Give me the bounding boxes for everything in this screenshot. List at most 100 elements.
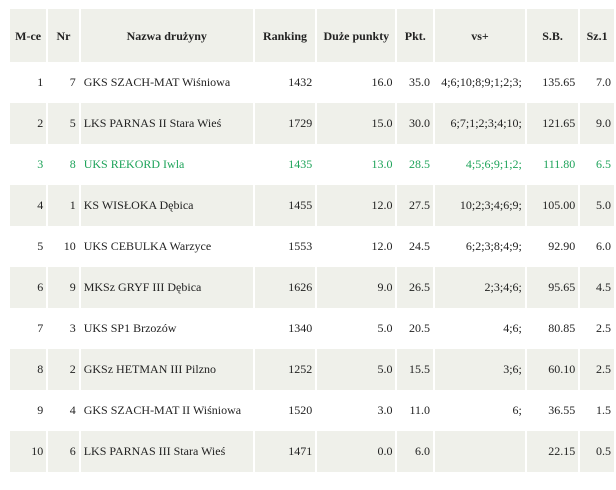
cell-sz1: 2.5: [596, 321, 611, 335]
cell-vs: 10;2;3;4;6;9;: [435, 185, 525, 226]
header-nr: Nr: [48, 9, 79, 62]
cell-nr: 9: [48, 267, 79, 308]
cell-team-name: LKS PARNAS III Stara Wieś: [80, 431, 253, 472]
header-ranking: Ranking: [254, 9, 316, 62]
table-row: 1 7 GKS SZACH-MAT Wiśniowa 1432 16.0 35.0 4;6;…: [10, 62, 614, 103]
header-position: M-ce: [10, 9, 47, 62]
cell-sb: 105.00: [526, 185, 579, 226]
cell-big-points: 3.0: [377, 403, 393, 417]
cell-vs: 6;7;1;2;3;4;10;: [435, 103, 525, 144]
cell-ranking: 1432: [288, 75, 313, 89]
cell-team-name: UKS SP1 Brzozów: [83, 321, 177, 335]
cell-points: 20.5: [409, 321, 431, 335]
cell-position: 10: [10, 431, 47, 472]
cell-position: 5: [37, 239, 44, 253]
cell-team-name: UKS CEBULKA Warzyce: [83, 239, 212, 253]
cell-position: 4: [10, 185, 47, 226]
cell-points: 28.5: [409, 157, 431, 171]
cell-nr: 1: [48, 185, 79, 226]
table-row: 3 8 UKS REKORD Iwla 1435 13.0 28.5 4;5;6;9;1;2…: [10, 144, 614, 185]
cell-vs: 3;6;: [435, 349, 525, 390]
cell-position: 1: [37, 75, 44, 89]
cell-big-points: 5.0: [317, 349, 396, 390]
cell-ranking: 1553: [288, 239, 313, 253]
cell-position: 9: [37, 403, 44, 417]
cell-vs: 2;3;4;6;: [435, 267, 525, 308]
cell-ranking: 1626: [254, 267, 316, 308]
cell-big-points: 9.0: [317, 267, 396, 308]
cell-team-name: GKS SZACH-MAT II Wiśniowa: [83, 403, 242, 417]
cell-sb: 22.15: [526, 431, 579, 472]
table-row: 2 5 LKS PARNAS II Stara Wieś 1729 15.0 30.0 6;…: [10, 103, 614, 144]
cell-team-name: GKS SZACH-MAT Wiśniowa: [83, 75, 231, 89]
cell-nr: 8: [69, 157, 76, 171]
cell-sb: 60.10: [526, 349, 579, 390]
cell-team-name: LKS PARNAS II Stara Wieś: [80, 103, 253, 144]
cell-points: 26.5: [397, 267, 434, 308]
cell-team-name: KS WISŁOKA Dębica: [80, 185, 253, 226]
cell-ranking: 1435: [288, 157, 313, 171]
cell-ranking: 1729: [254, 103, 316, 144]
cell-sb: 111.80: [543, 157, 576, 171]
cell-big-points: 12.0: [371, 239, 393, 253]
cell-big-points: 13.0: [371, 157, 393, 171]
cell-position: 2: [10, 103, 47, 144]
cell-points: 35.0: [409, 75, 431, 89]
header-sz1: Sz.1: [580, 9, 614, 62]
cell-sz1: 4.5: [580, 267, 614, 308]
cell-ranking: 1340: [288, 321, 313, 335]
cell-team-name: UKS REKORD Iwla: [83, 157, 185, 171]
table-row: 6 9 MKSz GRYF III Dębica 1626 9.0 26.5 2;3;4;6…: [10, 267, 614, 308]
cell-ranking: 1455: [254, 185, 316, 226]
table-row: 10 6 LKS PARNAS III Stara Wieś 1471 0.0 6.0 22…: [10, 431, 614, 472]
cell-sb: 36.55: [548, 403, 576, 417]
header-points: Pkt.: [397, 9, 434, 62]
cell-sz1: 0.5: [580, 431, 614, 472]
table-row: 4 1 KS WISŁOKA Dębica 1455 12.0 27.5 10;2;3;4;…: [10, 185, 614, 226]
cell-sb: 80.85: [548, 321, 576, 335]
cell-nr: 10: [63, 239, 76, 253]
cell-sz1: 6.5: [596, 157, 611, 171]
cell-sz1: 9.0: [580, 103, 614, 144]
cell-sz1: 6.0: [596, 239, 611, 253]
cell-big-points: 5.0: [377, 321, 393, 335]
cell-vs: 4;6;10;8;9;1;2;3;: [441, 75, 522, 89]
cell-big-points: 12.0: [317, 185, 396, 226]
cell-nr: 2: [48, 349, 79, 390]
cell-vs: [435, 431, 525, 472]
cell-nr: 7: [69, 75, 76, 89]
cell-nr: 6: [48, 431, 79, 472]
header-team-name: Nazwa drużyny: [80, 9, 253, 62]
table-row: 7 3 UKS SP1 Brzozów 1340 5.0 20.5 4;6; 80.85 2.5: [10, 308, 614, 349]
cell-points: 30.0: [397, 103, 434, 144]
cell-vs: 4;5;6;9;1;2;: [465, 157, 522, 171]
cell-team-name: MKSz GRYF III Dębica: [80, 267, 253, 308]
cell-points: 11.0: [409, 403, 431, 417]
header-row: M-ce Nr Nazwa drużyny Ranking Duże punkt…: [10, 9, 614, 62]
cell-position: 8: [10, 349, 47, 390]
cell-sz1: 5.0: [580, 185, 614, 226]
cell-sz1: 2.5: [580, 349, 614, 390]
cell-points: 27.5: [397, 185, 434, 226]
cell-sb: 92.90: [548, 239, 576, 253]
cell-sz1: 1.5: [596, 403, 611, 417]
table-row: 9 4 GKS SZACH-MAT II Wiśniowa 1520 3.0 11.0 6;…: [10, 390, 614, 431]
cell-points: 6.0: [397, 431, 434, 472]
cell-ranking: 1520: [288, 403, 313, 417]
cell-sz1: 7.0: [596, 75, 611, 89]
standings-body: 1 7 GKS SZACH-MAT Wiśniowa 1432 16.0 35.0 4;6;…: [10, 62, 614, 472]
header-big-points: Duże punkty: [317, 9, 396, 62]
cell-nr: 3: [69, 321, 76, 335]
cell-position: 3: [37, 157, 44, 171]
cell-vs: 6;2;3;8;4;9;: [465, 239, 522, 253]
cell-vs: 4;6;: [503, 321, 522, 335]
table-row: 5 10 UKS CEBULKA Warzyce 1553 12.0 24.5 6;2;3;…: [10, 226, 614, 267]
cell-sb: 95.65: [526, 267, 579, 308]
header-sb: S.B.: [526, 9, 579, 62]
cell-points: 15.5: [397, 349, 434, 390]
cell-nr: 4: [69, 403, 76, 417]
standings-table: M-ce Nr Nazwa drużyny Ranking Duże punkt…: [8, 9, 616, 472]
cell-nr: 5: [48, 103, 79, 144]
cell-big-points: 16.0: [371, 75, 393, 89]
cell-team-name: GKSz HETMAN III Pilzno: [80, 349, 253, 390]
